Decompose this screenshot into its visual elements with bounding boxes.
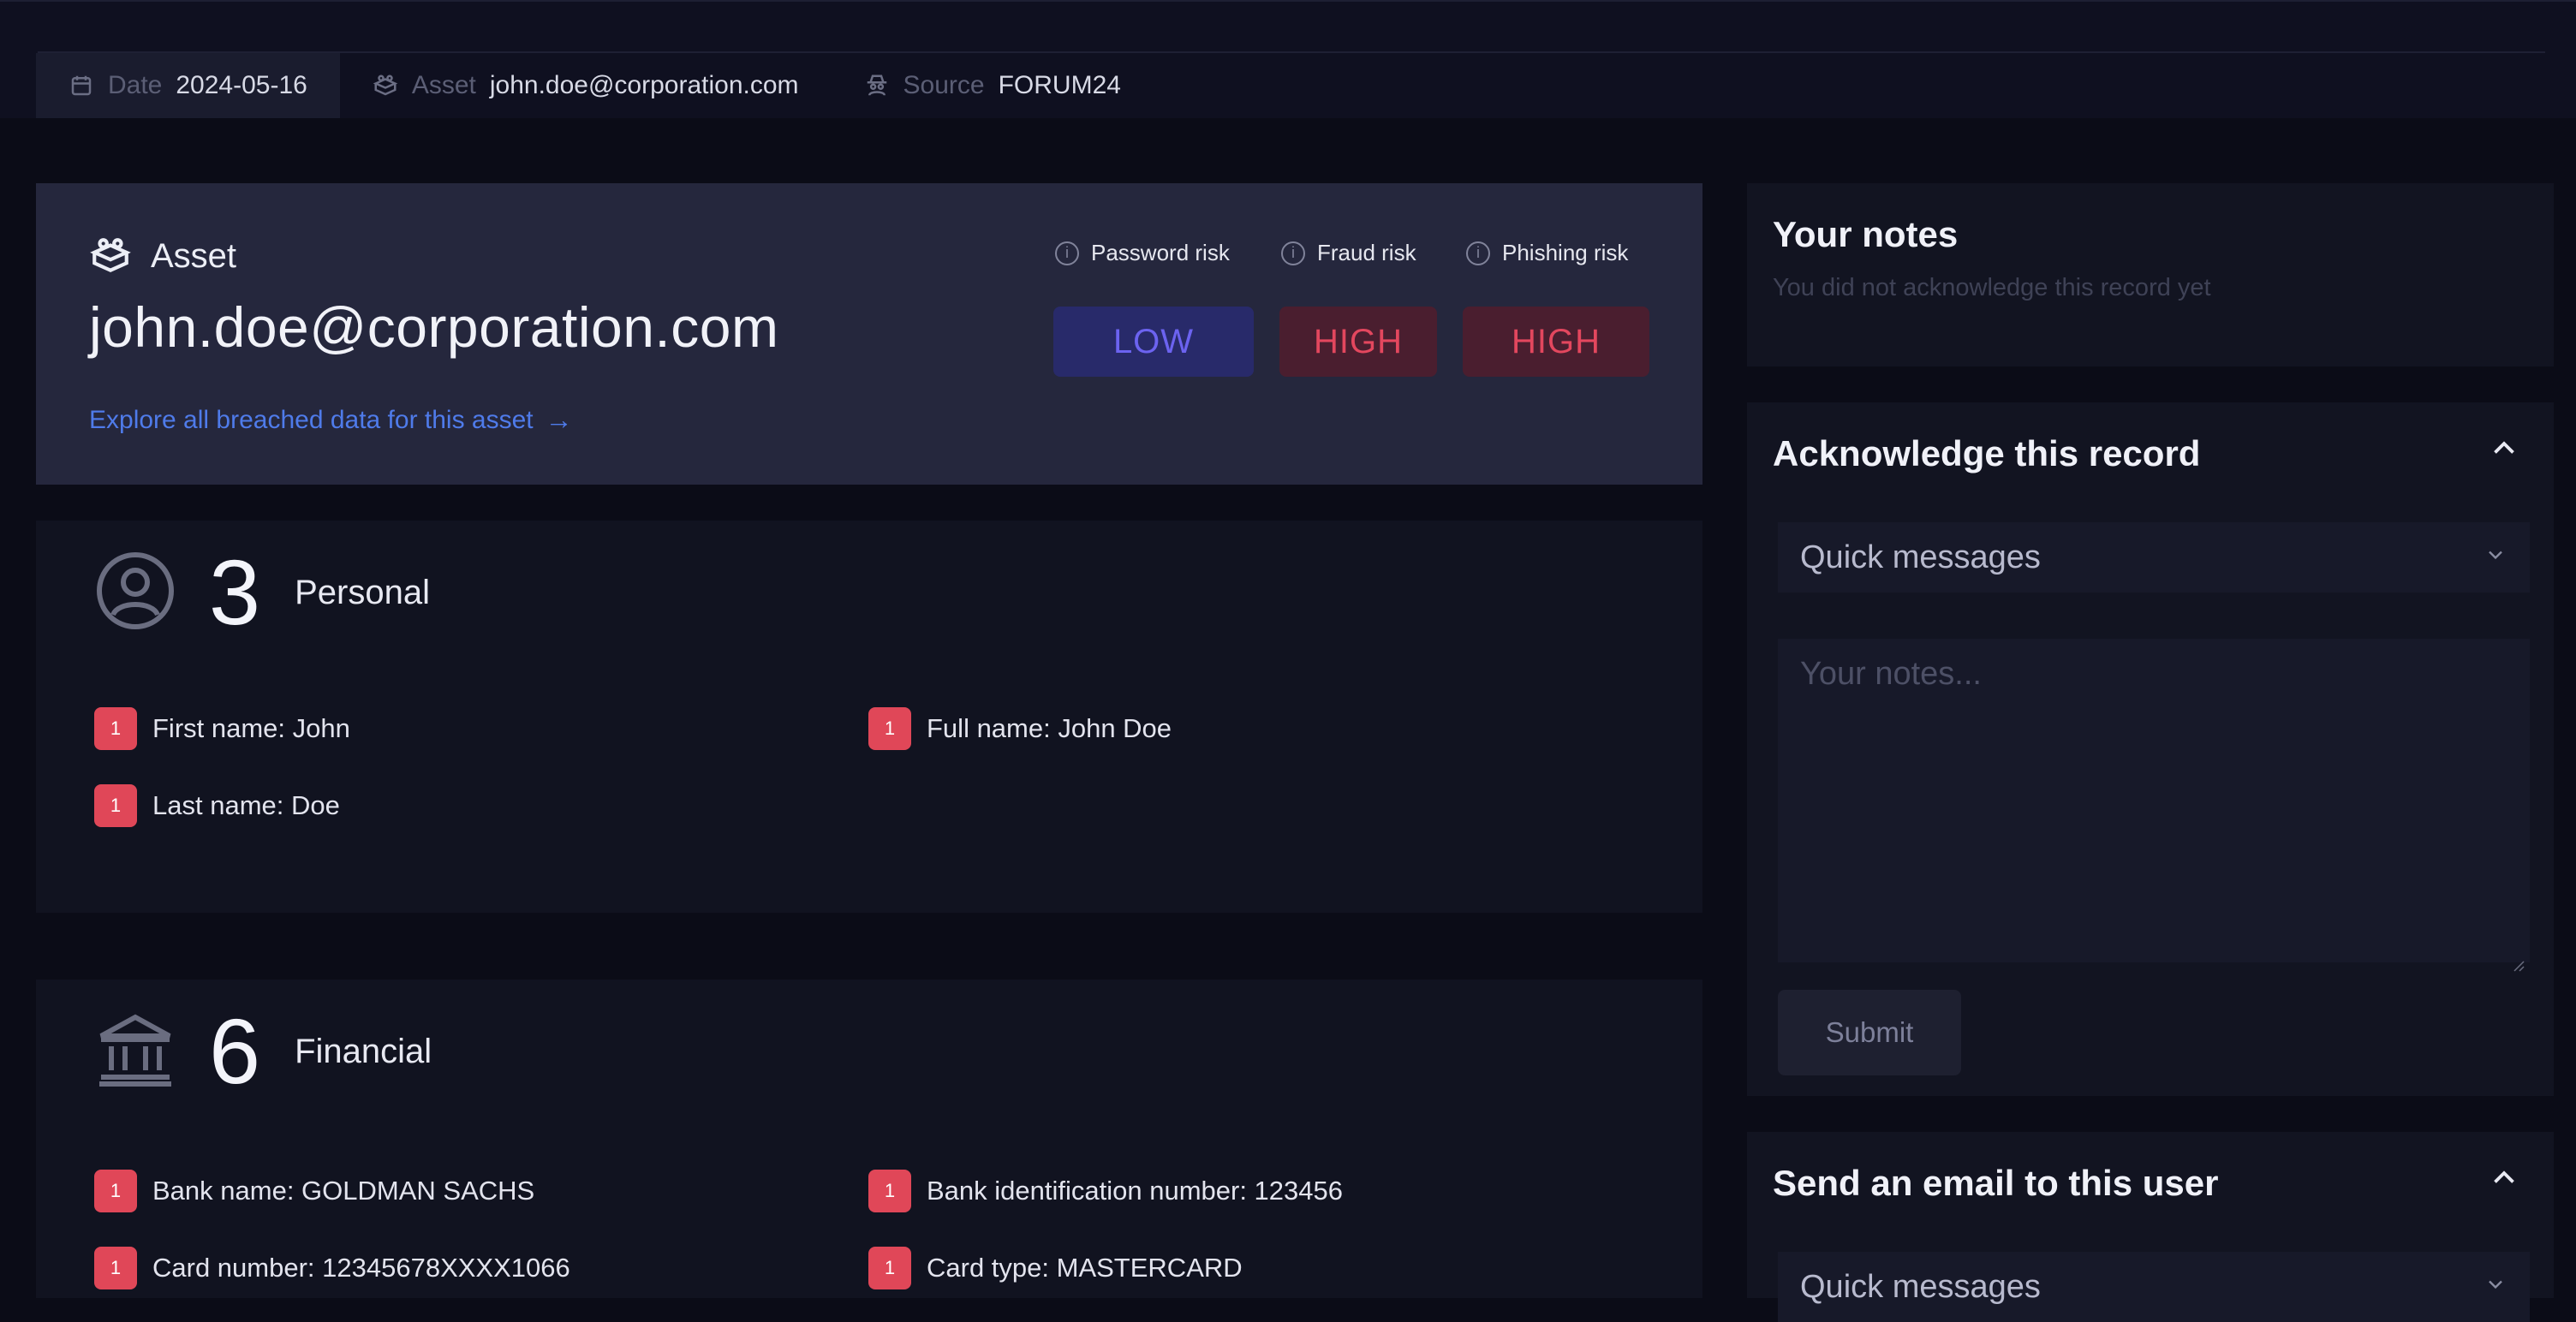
info-icon[interactable]: i <box>1055 241 1079 265</box>
asset-heading: Asset <box>89 235 236 277</box>
phishing-risk-label: i Phishing risk <box>1466 240 1628 266</box>
submit-button[interactable]: Submit <box>1778 990 1961 1075</box>
meta-row: Date 2024-05-16 Asset john.doe@corporati… <box>36 53 1154 118</box>
list-item: 1 Full name: John Doe <box>868 707 1172 750</box>
acknowledge-title: Acknowledge this record <box>1773 433 2201 473</box>
explore-breached-data-link[interactable]: Explore all breached data for this asset… <box>89 404 573 436</box>
chevron-down-icon <box>2484 543 2507 573</box>
acknowledge-panel: Acknowledge this record Quick messages Y… <box>1747 402 2554 1096</box>
calendar-icon <box>69 73 94 98</box>
personal-count: 3 <box>209 540 261 644</box>
password-risk-label: i Password risk <box>1055 240 1281 266</box>
meta-asset: Asset john.doe@corporation.com <box>340 53 832 118</box>
chevron-up-icon[interactable] <box>2489 1163 2519 1194</box>
list-item: 1 Bank name: GOLDMAN SACHS <box>94 1170 534 1212</box>
asset-icon <box>373 73 398 98</box>
financial-title: Financial <box>295 1032 432 1070</box>
info-icon[interactable]: i <box>1466 241 1490 265</box>
bank-icon <box>94 1009 176 1095</box>
financial-section: 6 Financial 1 Bank name: GOLDMAN SACHS 1… <box>36 980 1702 1298</box>
meta-date-label: Date <box>108 71 163 99</box>
list-item: 1 Card number: 12345678XXXX1066 <box>94 1247 570 1289</box>
financial-header: 6 Financial <box>94 1005 432 1098</box>
fraud-risk-badge: HIGH <box>1279 307 1437 377</box>
count-badge: 1 <box>868 1170 911 1212</box>
meta-source: Source FORUM24 <box>832 53 1154 118</box>
quick-messages-value: Quick messages <box>1800 539 2041 575</box>
resize-handle-icon[interactable] <box>2511 944 2525 972</box>
list-item: 1 Bank identification number: 123456 <box>868 1170 1343 1212</box>
notes-title: Your notes <box>1773 214 1959 254</box>
notes-placeholder: Your notes... <box>1800 656 1982 692</box>
chevron-down-icon <box>2484 1272 2507 1302</box>
notes-textarea[interactable]: Your notes... <box>1778 639 2530 972</box>
meta-source-label: Source <box>903 71 985 99</box>
meta-date: Date 2024-05-16 <box>36 53 340 118</box>
password-risk-badge: LOW <box>1053 307 1254 377</box>
personal-section: 3 Personal 1 First name: John 1 Full nam… <box>36 521 1702 913</box>
info-icon[interactable]: i <box>1281 241 1305 265</box>
count-badge: 1 <box>868 1247 911 1289</box>
count-badge: 1 <box>94 784 137 827</box>
chevron-up-icon[interactable] <box>2489 433 2519 464</box>
personal-title: Personal <box>295 573 430 611</box>
explore-link-label: Explore all breached data for this asset <box>89 405 534 434</box>
user-circle-icon <box>94 550 176 636</box>
asset-heading-label: Asset <box>151 236 237 275</box>
asset-email: john.doe@corporation.com <box>89 295 779 359</box>
meta-asset-label: Asset <box>411 71 476 99</box>
financial-count: 6 <box>209 999 261 1103</box>
meta-asset-value: john.doe@corporation.com <box>489 71 799 99</box>
phishing-risk-badge: HIGH <box>1463 307 1649 377</box>
send-email-panel: Send an email to this user Quick message… <box>1747 1132 2554 1322</box>
notes-panel: Your notes You did not acknowledge this … <box>1747 183 2554 366</box>
meta-source-value: FORUM24 <box>998 71 1121 99</box>
list-item: 1 Last name: Doe <box>94 784 340 827</box>
meta-date-value: 2024-05-16 <box>176 71 307 99</box>
arrow-right-icon: → <box>545 404 573 435</box>
risk-labels: i Password risk i Fraud risk i Phishing … <box>1055 240 1628 266</box>
asset-icon <box>89 235 132 277</box>
count-badge: 1 <box>94 1247 137 1289</box>
list-item: 1 First name: John <box>94 707 350 750</box>
record-meta-bar: Date 2024-05-16 Asset john.doe@corporati… <box>0 0 2576 118</box>
spy-icon <box>864 73 890 98</box>
send-email-title: Send an email to this user <box>1773 1163 2219 1203</box>
email-quick-messages-select[interactable]: Quick messages <box>1778 1252 2530 1322</box>
personal-header: 3 Personal <box>94 546 430 639</box>
quick-messages-select[interactable]: Quick messages <box>1778 522 2530 593</box>
list-item: 1 Card type: MASTERCARD <box>868 1247 1243 1289</box>
count-badge: 1 <box>868 707 911 750</box>
fraud-risk-label: i Fraud risk <box>1281 240 1466 266</box>
count-badge: 1 <box>94 707 137 750</box>
email-quick-messages-value: Quick messages <box>1800 1268 2041 1305</box>
count-badge: 1 <box>94 1170 137 1212</box>
asset-card: Asset john.doe@corporation.com Explore a… <box>36 183 1702 485</box>
notes-subtitle: You did not acknowledge this record yet <box>1773 274 2211 301</box>
